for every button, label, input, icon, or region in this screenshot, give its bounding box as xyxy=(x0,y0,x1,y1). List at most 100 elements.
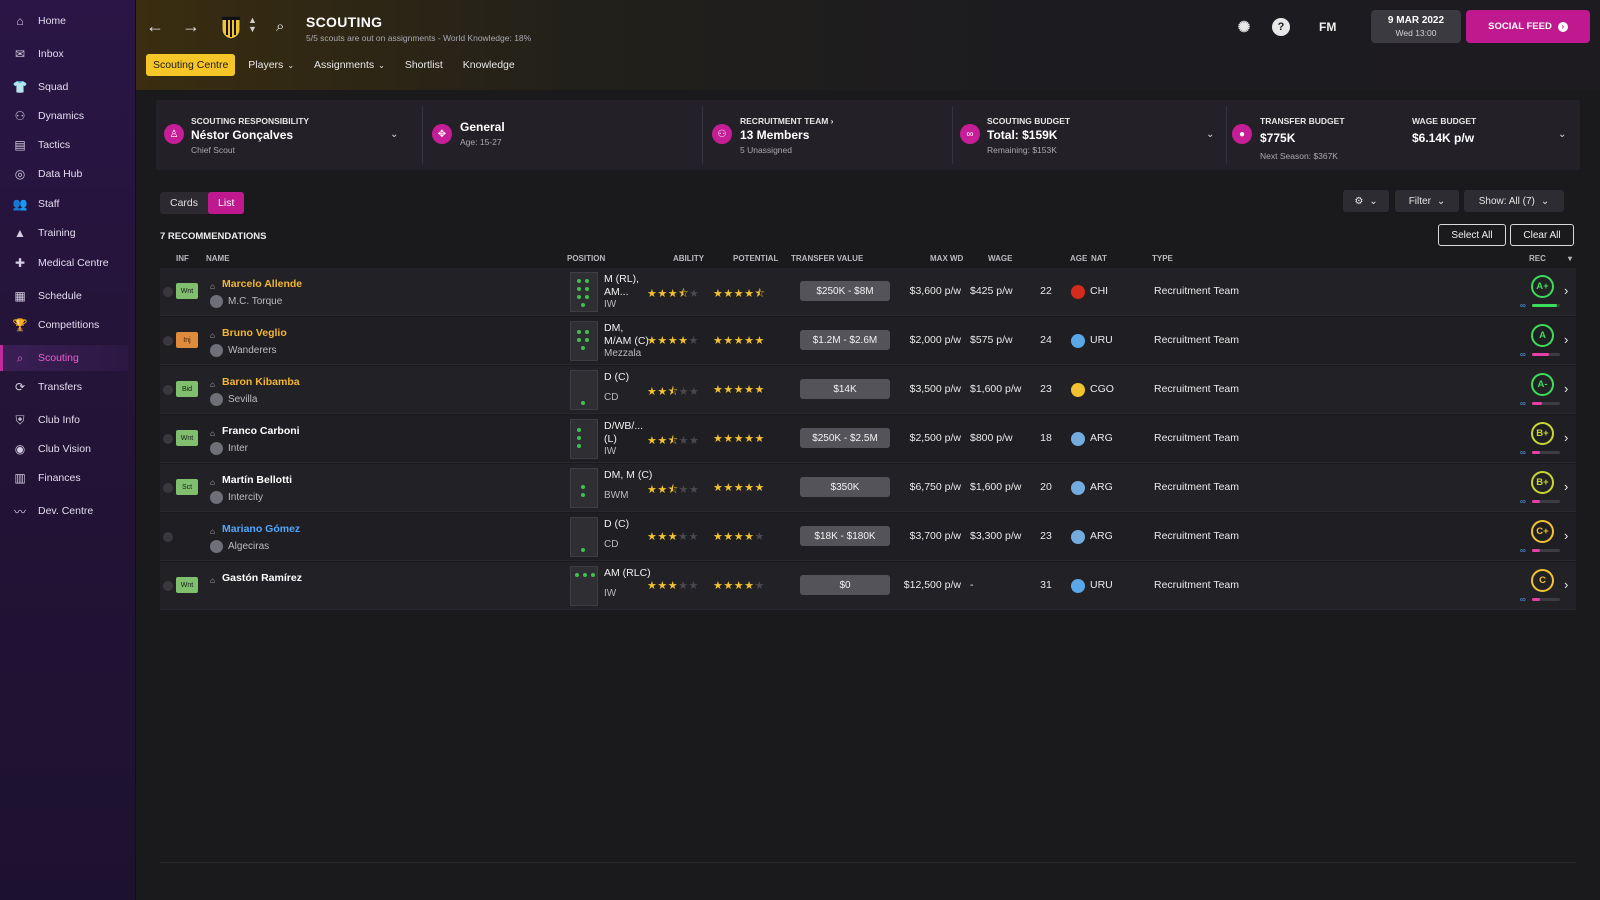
sidebar-item-medical-centre[interactable]: ✚ Medical Centre xyxy=(0,250,128,276)
transfer-value-badge[interactable]: $14K xyxy=(800,379,890,399)
club-switch-icon[interactable]: ▲ ▼ xyxy=(248,16,257,34)
row-checkbox[interactable] xyxy=(163,336,173,346)
scouting-responsibility-panel[interactable]: ♙ SCOUTING RESPONSIBILITY Néstor Gonçalv… xyxy=(156,100,414,170)
tab-players[interactable]: Players ⌄ xyxy=(241,54,301,76)
select-all-button[interactable]: Select All xyxy=(1438,224,1506,246)
chevron-right-icon[interactable]: › xyxy=(1564,283,1568,298)
chevron-right-icon[interactable]: › xyxy=(1564,479,1568,494)
col-ability[interactable]: ABILITY xyxy=(673,254,704,263)
club-name[interactable]: Algeciras xyxy=(228,541,269,552)
transfer-value-badge[interactable]: $250K - $2.5M xyxy=(800,428,890,448)
sidebar-item-finances[interactable]: ▥ Finances xyxy=(0,465,128,491)
table-row[interactable]: Wnt ⌂ Marcelo Allende M.C. Torque M (RL), AM.… xyxy=(160,268,1576,316)
club-name[interactable]: Sevilla xyxy=(228,394,257,405)
search-icon[interactable]: ⌕ xyxy=(276,18,284,35)
club-crest-icon[interactable] xyxy=(220,14,242,40)
table-row[interactable]: Wnt ⌂ Gastón Ramírez AM (RLC) IW ★★★★★ ★★★★★ $0… xyxy=(160,562,1576,610)
scouting-focus-panel[interactable]: ✥ General Age: 15-27 xyxy=(422,100,694,170)
club-name[interactable]: Inter xyxy=(228,443,248,454)
date-continue-box[interactable]: 9 MAR 2022 Wed 13:00 xyxy=(1371,10,1461,43)
transfer-value-badge[interactable]: $0 xyxy=(800,575,890,595)
club-name[interactable]: M.C. Torque xyxy=(228,296,282,307)
forward-arrow-icon[interactable]: → xyxy=(182,16,200,37)
player-name-link[interactable]: Marcelo Allende xyxy=(222,278,302,290)
tab-shortlist[interactable]: Shortlist xyxy=(398,54,450,76)
settings-button[interactable]: ⚙ ⌄ xyxy=(1343,190,1389,212)
sidebar-item-competitions[interactable]: 🏆 Competitions xyxy=(0,312,128,338)
chevron-down-icon[interactable]: ⌄ xyxy=(1558,129,1566,140)
clear-all-button[interactable]: Clear All xyxy=(1510,224,1574,246)
transfer-value-badge[interactable]: $1.2M - $2.6M xyxy=(800,330,890,350)
chevron-right-icon[interactable]: › xyxy=(1564,381,1568,396)
list-view-button[interactable]: List xyxy=(208,192,245,214)
table-row[interactable]: Bid ⌂ Baron Kibamba Sevilla D (C) CD ★★⯪★★ ★★★★… xyxy=(160,366,1576,414)
col-position[interactable]: POSITION xyxy=(567,254,605,263)
sidebar-item-club-vision[interactable]: ◉ Club Vision xyxy=(0,436,128,462)
help-icon[interactable]: ? xyxy=(1272,18,1290,36)
sidebar-item-staff[interactable]: 👥 Staff xyxy=(0,191,128,217)
club-name[interactable]: Intercity xyxy=(228,492,263,503)
sidebar-item-data-hub[interactable]: ◎ Data Hub xyxy=(0,161,128,187)
chevron-right-icon[interactable]: › xyxy=(1564,430,1568,445)
sort-caret-icon[interactable]: ▾ xyxy=(1568,254,1572,263)
row-checkbox[interactable] xyxy=(163,434,173,444)
sidebar-item-transfers[interactable]: ⟳ Transfers xyxy=(0,374,128,400)
sidebar-item-scouting[interactable]: ⌕ Scouting xyxy=(0,345,128,371)
sidebar-item-club-info[interactable]: ⛨ Club Info xyxy=(0,407,128,433)
col-nat[interactable]: NAT xyxy=(1091,254,1107,263)
budget-panel[interactable]: ● TRANSFER BUDGET $775K Next Season: $36… xyxy=(1226,100,1580,170)
col-name[interactable]: NAME xyxy=(206,254,230,263)
transfer-value-badge[interactable]: $250K - $8M xyxy=(800,281,890,301)
col-type[interactable]: TYPE xyxy=(1152,254,1173,263)
player-name-link[interactable]: Mariano Gómez xyxy=(222,523,300,535)
chevron-down-icon[interactable]: ⌄ xyxy=(1206,129,1214,140)
sidebar-item-dev-centre[interactable]: 〰 Dev. Centre xyxy=(0,498,128,524)
filter-button[interactable]: Filter ⌄ xyxy=(1395,190,1459,212)
row-checkbox[interactable] xyxy=(163,287,173,297)
row-checkbox[interactable] xyxy=(163,532,173,542)
sidebar-item-tactics[interactable]: ▤ Tactics xyxy=(0,132,128,158)
sidebar-item-training[interactable]: ▲ Training xyxy=(0,220,128,246)
bug-report-icon[interactable]: ✺ xyxy=(1235,18,1253,36)
table-row[interactable]: Sct ⌂ Martín Bellotti Intercity DM, M (C) BWM… xyxy=(160,464,1576,512)
sidebar-item-home[interactable]: ⌂ Home xyxy=(0,8,128,34)
col-transfer-value[interactable]: TRANSFER VALUE xyxy=(791,254,863,263)
club-name[interactable]: Wanderers xyxy=(228,345,277,356)
team-label[interactable]: RECRUITMENT TEAM › xyxy=(740,116,834,126)
transfer-value-badge[interactable]: $350K xyxy=(800,477,890,497)
col-inf[interactable]: INF xyxy=(176,254,189,263)
chevron-right-icon[interactable]: › xyxy=(1564,577,1568,592)
table-row[interactable]: Wnt ⌂ Franco Carboni Inter D/WB/... (L) IW ★★⯪★… xyxy=(160,415,1576,463)
player-name-link[interactable]: Bruno Veglio xyxy=(222,327,287,339)
chevron-right-icon[interactable]: › xyxy=(1564,528,1568,543)
show-dropdown[interactable]: Show: All (7) ⌄ xyxy=(1464,190,1564,212)
table-row[interactable]: ⌂ Mariano Gómez Algeciras D (C) CD ★★★★★ ★★★★★… xyxy=(160,513,1576,561)
social-feed-button[interactable]: SOCIAL FEED › xyxy=(1466,10,1590,43)
recruitment-team-panel[interactable]: ⚇ RECRUITMENT TEAM › 13 Members 5 Unassi… xyxy=(702,100,942,170)
fm-logo[interactable]: FM xyxy=(1319,20,1336,34)
row-checkbox[interactable] xyxy=(163,581,173,591)
player-name-link[interactable]: Franco Carboni xyxy=(222,425,300,437)
player-name-link[interactable]: Martín Bellotti xyxy=(222,474,292,486)
sidebar-item-inbox[interactable]: ✉ Inbox xyxy=(0,41,128,67)
row-checkbox[interactable] xyxy=(163,385,173,395)
cards-view-button[interactable]: Cards xyxy=(160,192,208,214)
tab-assignments[interactable]: Assignments ⌄ xyxy=(307,54,392,76)
chevron-down-icon[interactable]: ⌄ xyxy=(390,129,398,140)
table-row[interactable]: Inj ⌂ Bruno Veglio Wanderers DM, M/AM (C) Mezz… xyxy=(160,317,1576,365)
col-rec[interactable]: REC xyxy=(1529,254,1546,263)
col-wage[interactable]: WAGE xyxy=(988,254,1012,263)
sidebar-item-squad[interactable]: 👕 Squad xyxy=(0,74,128,100)
col-age[interactable]: AGE xyxy=(1070,254,1087,263)
col-potential[interactable]: POTENTIAL xyxy=(733,254,778,263)
back-arrow-icon[interactable]: ← xyxy=(146,16,164,37)
player-name-link[interactable]: Baron Kibamba xyxy=(222,376,300,388)
sidebar-item-schedule[interactable]: ▦ Schedule xyxy=(0,283,128,309)
chevron-right-icon[interactable]: › xyxy=(1564,332,1568,347)
sidebar-item-dynamics[interactable]: ⚇ Dynamics xyxy=(0,103,128,129)
col-max-wd[interactable]: MAX WD xyxy=(930,254,963,263)
tab-knowledge[interactable]: Knowledge xyxy=(456,54,522,76)
player-name-link[interactable]: Gastón Ramírez xyxy=(222,572,302,584)
row-checkbox[interactable] xyxy=(163,483,173,493)
transfer-value-badge[interactable]: $18K - $180K xyxy=(800,526,890,546)
